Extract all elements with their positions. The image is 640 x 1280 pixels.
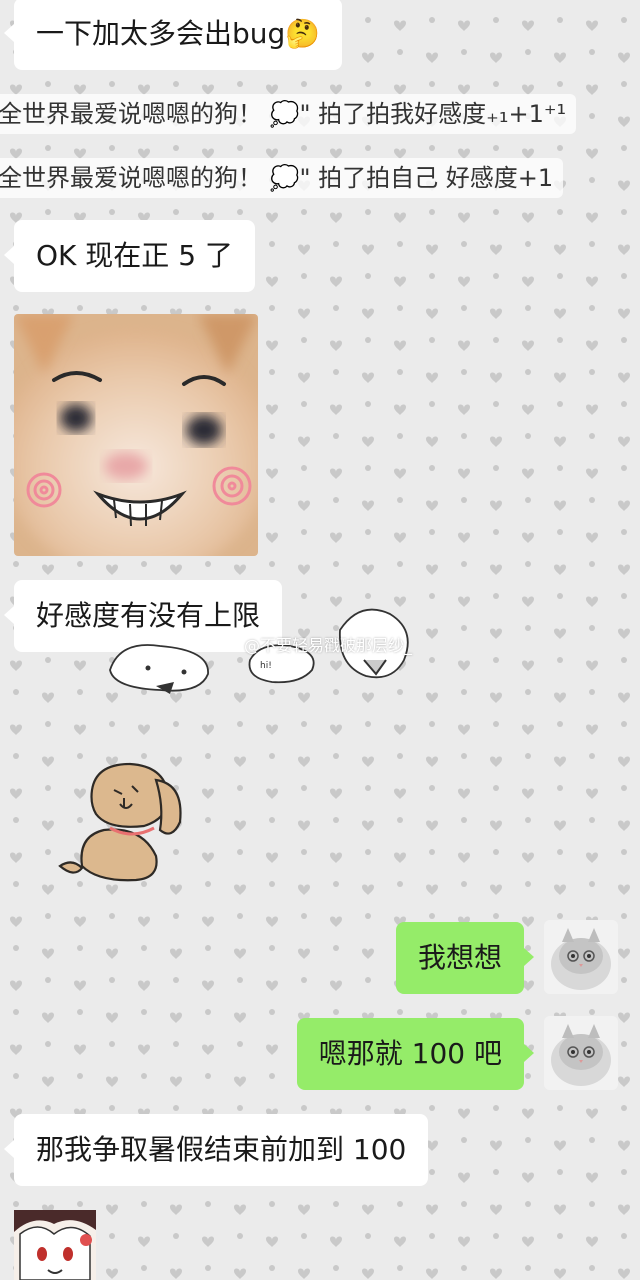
system-notice: 全世界最爱说嗯嗯的狗！ 💭" 拍了拍我好感度₊₁+1⁺¹	[0, 94, 577, 134]
sitting-dog-icon	[58, 762, 182, 882]
message-bubble-incoming[interactable]: 那我争取暑假结束前加到 100	[3, 1114, 429, 1186]
avatar-self[interactable]	[544, 1016, 618, 1090]
message-bubble-incoming[interactable]: 一下加太多会出bug🤔	[3, 0, 343, 70]
message-text: 那我争取暑假结束前加到 100	[36, 1133, 407, 1166]
message-text: 我想想	[417, 941, 502, 974]
message-text: OK 现在正 5 了	[36, 239, 233, 272]
system-notice-text: 全世界最爱说嗯嗯的狗！ 💭" 拍了拍自己 好感度+1	[0, 164, 554, 192]
watermark: @不要轻易戳破那层纱_	[244, 632, 412, 656]
anime-sticker[interactable]	[14, 1210, 96, 1280]
system-notice: 全世界最爱说嗯嗯的狗！ 💭" 拍了拍自己 好感度+1	[0, 158, 564, 198]
message-bubble-incoming[interactable]: OK 现在正 5 了	[4, 220, 255, 292]
fluffy-cat-avatar-icon	[544, 1016, 618, 1090]
dog-sticker[interactable]	[52, 756, 188, 886]
message-text: 一下加太多会出bug🤔	[36, 17, 321, 50]
watermark-text: @不要轻易戳破那层纱_	[244, 636, 413, 655]
cat-face-image	[14, 314, 258, 556]
svg-text:hi!: hi!	[260, 661, 272, 671]
anime-girl-sticker-icon	[14, 1210, 96, 1280]
cat-meme-sticker[interactable]	[14, 314, 258, 556]
message-text: 嗯那就 100 吧	[318, 1037, 502, 1070]
avatar-self[interactable]	[544, 920, 618, 994]
message-bubble-outgoing[interactable]: 我想想	[395, 922, 535, 994]
fluffy-cat-avatar-icon	[544, 920, 618, 994]
system-notice-text: 全世界最爱说嗯嗯的狗！ 💭" 拍了拍我好感度₊₁+1⁺¹	[0, 100, 567, 128]
message-bubble-outgoing[interactable]: 嗯那就 100 吧	[296, 1018, 535, 1090]
